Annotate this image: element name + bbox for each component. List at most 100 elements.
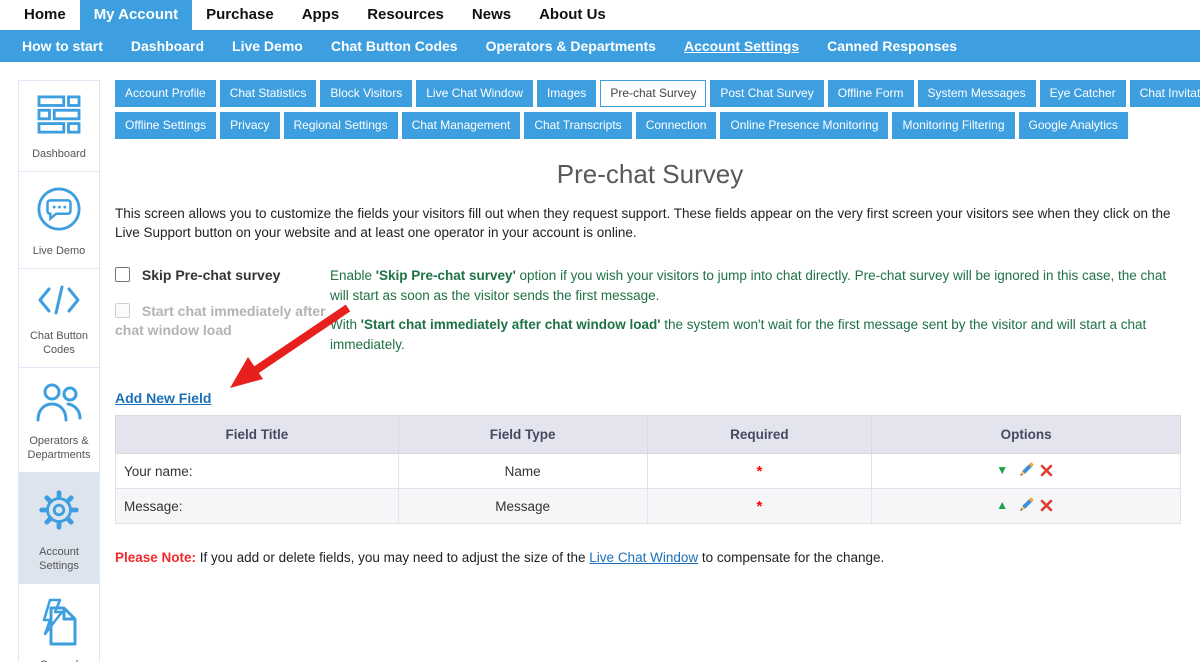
subnav-item-dashboard[interactable]: Dashboard [117, 30, 218, 62]
subnav-item-chat-button-codes[interactable]: Chat Button Codes [317, 30, 472, 62]
sidebar-item-label: Operators & Departments [22, 434, 96, 462]
sidebar-item-chat-button-codes[interactable]: Chat Button Codes [18, 268, 100, 368]
required-cell: * [647, 454, 872, 489]
col-header-required: Required [647, 416, 872, 454]
chat-bubble-circle-icon [36, 186, 82, 237]
delete-x-icon[interactable] [1040, 464, 1053, 480]
sidebar-item-label: Canned Responses [22, 658, 96, 662]
field-title-cell: Message: [116, 489, 399, 524]
settings-tabs-row-1: Account Profile Chat Statistics Block Vi… [115, 80, 1185, 107]
help-paragraph-skip: Enable 'Skip Pre-chat survey' option if … [330, 266, 1185, 305]
sidebar-item-dashboard[interactable]: Dashboard [18, 80, 100, 172]
table-header-row: Field Title Field Type Required Options [116, 416, 1181, 454]
please-note: Please Note: If you add or delete fields… [115, 550, 1185, 565]
sidebar-item-operators-departments[interactable]: Operators & Departments [18, 367, 100, 473]
subnav-item-account-settings[interactable]: Account Settings [670, 30, 813, 62]
col-header-field-title: Field Title [116, 416, 399, 454]
delete-x-icon[interactable] [1040, 499, 1053, 515]
live-chat-window-link[interactable]: Live Chat Window [589, 550, 698, 565]
help-text-column: Enable 'Skip Pre-chat survey' option if … [330, 266, 1185, 364]
note-label: Please Note: [115, 550, 196, 565]
required-asterisk: * [756, 463, 762, 480]
subnav-item-canned-responses[interactable]: Canned Responses [813, 30, 971, 62]
skip-prechat-checkbox[interactable] [115, 267, 130, 282]
table-row: Message: Message * ▲ [116, 489, 1181, 524]
options-cell: ▲ [872, 489, 1181, 524]
tab-monitoring-filtering[interactable]: Monitoring Filtering [892, 112, 1014, 139]
tab-chat-statistics[interactable]: Chat Statistics [220, 80, 317, 107]
edit-pencil-icon[interactable] [1019, 497, 1034, 515]
tab-post-chat-survey[interactable]: Post Chat Survey [710, 80, 823, 107]
topnav-item-purchase[interactable]: Purchase [192, 0, 288, 30]
dashboard-bricks-icon [37, 95, 81, 140]
tab-images[interactable]: Images [537, 80, 596, 107]
start-chat-row: Start chat immediately after chat window… [115, 302, 330, 340]
tab-chat-transcripts[interactable]: Chat Transcripts [524, 112, 631, 139]
start-chat-checkbox[interactable] [115, 303, 130, 318]
sidebar-item-live-demo[interactable]: Live Demo [18, 171, 100, 269]
tab-live-chat-window[interactable]: Live Chat Window [416, 80, 533, 107]
field-title-cell: Your name: [116, 454, 399, 489]
topnav-item-home[interactable]: Home [10, 0, 80, 30]
tab-chat-invitation[interactable]: Chat Invitation [1130, 80, 1200, 107]
settings-tabs-row-2: Offline Settings Privacy Regional Settin… [115, 112, 1185, 139]
add-new-field-link[interactable]: Add New Field [115, 390, 211, 406]
people-icon [35, 382, 83, 427]
tab-eye-catcher[interactable]: Eye Catcher [1040, 80, 1126, 107]
topnav-item-my-account[interactable]: My Account [80, 0, 192, 30]
tab-regional-settings[interactable]: Regional Settings [284, 112, 398, 139]
start-chat-label: Start chat immediately after chat window… [115, 303, 326, 338]
intro-text: This screen allows you to customize the … [115, 204, 1185, 242]
sidebar-item-label: Dashboard [22, 147, 96, 161]
top-nav: Home My Account Purchase Apps Resources … [0, 0, 1200, 30]
sidebar-item-label: Account Settings [22, 545, 96, 573]
sub-nav: How to start Dashboard Live Demo Chat Bu… [0, 30, 1200, 62]
content-layout: Dashboard Live Demo [0, 62, 1200, 662]
subnav-item-live-demo[interactable]: Live Demo [218, 30, 317, 62]
skip-prechat-row: Skip Pre-chat survey [115, 266, 330, 285]
tab-google-analytics[interactable]: Google Analytics [1019, 112, 1128, 139]
tab-pre-chat-survey[interactable]: Pre-chat Survey [600, 80, 706, 107]
tab-chat-management[interactable]: Chat Management [402, 112, 521, 139]
main-content: Account Profile Chat Statistics Block Vi… [115, 80, 1185, 565]
lightning-page-icon [37, 598, 81, 651]
required-cell: * [647, 489, 872, 524]
topnav-item-about-us[interactable]: About Us [525, 0, 620, 30]
edit-pencil-icon[interactable] [1019, 462, 1034, 480]
tab-account-profile[interactable]: Account Profile [115, 80, 216, 107]
col-header-options: Options [872, 416, 1181, 454]
subnav-item-operators-departments[interactable]: Operators & Departments [472, 30, 670, 62]
tab-privacy[interactable]: Privacy [220, 112, 279, 139]
code-icon [35, 283, 83, 322]
tab-system-messages[interactable]: System Messages [918, 80, 1036, 107]
page: Home My Account Purchase Apps Resources … [0, 0, 1200, 662]
gear-icon [36, 487, 82, 538]
sidebar-item-account-settings[interactable]: Account Settings [18, 472, 100, 584]
tab-block-visitors[interactable]: Block Visitors [320, 80, 412, 107]
sidebar: Dashboard Live Demo [18, 80, 100, 662]
move-up-icon[interactable]: ▲ [996, 498, 1008, 512]
skip-prechat-label: Skip Pre-chat survey [142, 267, 281, 283]
options-cell: ▼ [872, 454, 1181, 489]
sidebar-item-canned-responses[interactable]: Canned Responses [18, 583, 100, 662]
field-type-cell: Message [398, 489, 647, 524]
help-paragraph-start: With 'Start chat immediately after chat … [330, 315, 1185, 354]
topnav-item-apps[interactable]: Apps [288, 0, 354, 30]
required-asterisk: * [756, 498, 762, 515]
tab-offline-settings[interactable]: Offline Settings [115, 112, 216, 139]
field-type-cell: Name [398, 454, 647, 489]
prechat-fields-table: Field Title Field Type Required Options … [115, 415, 1181, 524]
sidebar-item-label: Live Demo [22, 244, 96, 258]
subnav-item-how-to-start[interactable]: How to start [8, 30, 117, 62]
tab-online-presence-monitoring[interactable]: Online Presence Monitoring [720, 112, 888, 139]
topnav-item-news[interactable]: News [458, 0, 525, 30]
table-row: Your name: Name * ▼ [116, 454, 1181, 489]
topnav-item-resources[interactable]: Resources [353, 0, 458, 30]
tab-offline-form[interactable]: Offline Form [828, 80, 914, 107]
tab-connection[interactable]: Connection [636, 112, 717, 139]
sidebar-item-label: Chat Button Codes [22, 329, 96, 357]
checkbox-column: Skip Pre-chat survey Start chat immediat… [115, 266, 330, 364]
move-down-icon[interactable]: ▼ [996, 463, 1008, 477]
survey-options: Skip Pre-chat survey Start chat immediat… [115, 266, 1185, 364]
col-header-field-type: Field Type [398, 416, 647, 454]
